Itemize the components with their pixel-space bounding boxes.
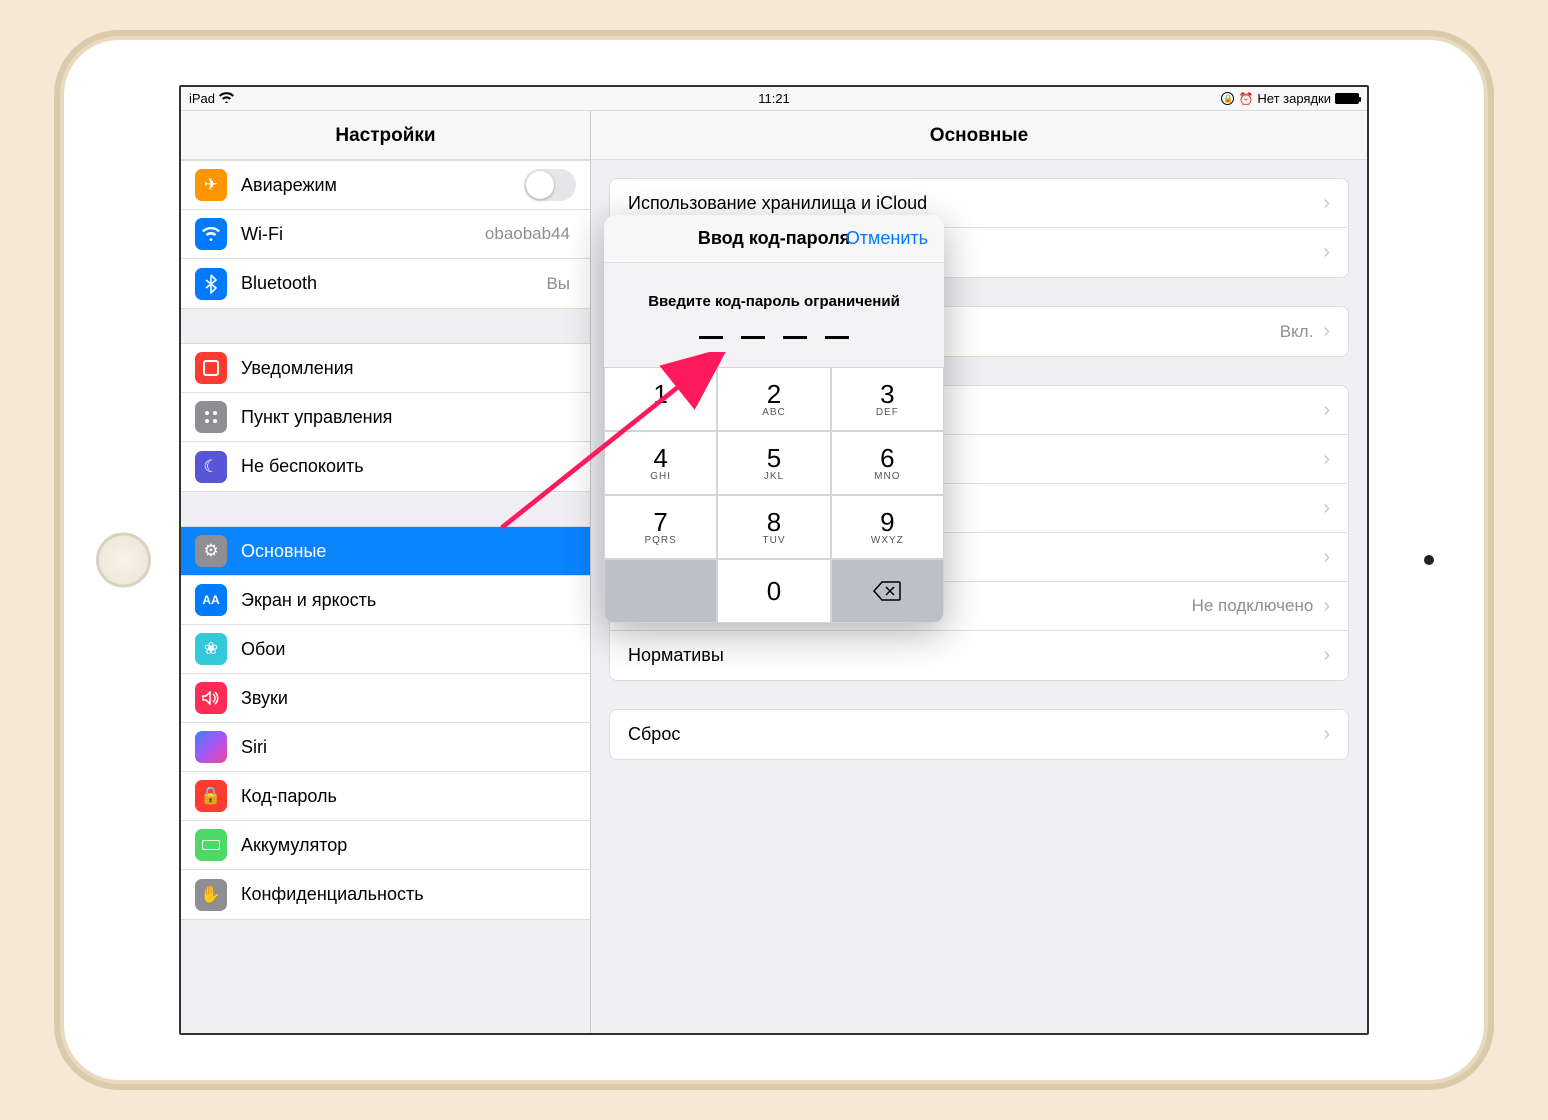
display-icon: AA: [195, 584, 227, 616]
pin-dash: [699, 336, 723, 339]
key-1[interactable]: 1: [605, 368, 716, 430]
key-6[interactable]: 6MNO: [832, 432, 943, 494]
key-backspace[interactable]: [832, 560, 943, 622]
camera: [1424, 555, 1434, 565]
pin-dash: [825, 336, 849, 339]
dnd-icon: ☾: [195, 451, 227, 483]
pin-dash: [741, 336, 765, 339]
key-blank: [605, 560, 716, 622]
sidebar-item-privacy[interactable]: ✋ Конфиденциальность: [181, 870, 590, 919]
keypad: 1 2ABC 3DEF 4GHI 5JKL 6MNO 7PQRS 8TUV 9W…: [604, 367, 944, 623]
bluetooth-icon: [195, 268, 227, 300]
chevron-right-icon: ›: [1323, 399, 1330, 422]
lock-rotation-icon: 🔒: [1221, 92, 1234, 105]
cancel-button[interactable]: Отменить: [846, 228, 928, 249]
backspace-icon: [873, 581, 901, 601]
settings-sidebar: Настройки ✈ Авиарежим Wi-Fi obaobab44: [181, 111, 591, 1033]
chevron-right-icon: ›: [1323, 241, 1330, 264]
sidebar-item-siri[interactable]: Siri: [181, 723, 590, 772]
key-3[interactable]: 3DEF: [832, 368, 943, 430]
row-reset[interactable]: Сброс›: [610, 710, 1348, 759]
sidebar-item-battery[interactable]: Аккумулятор: [181, 821, 590, 870]
row-normativy[interactable]: Нормативы›: [610, 631, 1348, 680]
chevron-right-icon: ›: [1323, 723, 1330, 746]
wifi-icon: [195, 218, 227, 250]
sidebar-item-display[interactable]: AA Экран и яркость: [181, 576, 590, 625]
gear-icon: ⚙: [195, 535, 227, 567]
key-7[interactable]: 7PQRS: [605, 496, 716, 558]
sidebar-item-general[interactable]: ⚙ Основные: [181, 527, 590, 576]
airplane-icon: ✈: [195, 169, 227, 201]
key-9[interactable]: 9WXYZ: [832, 496, 943, 558]
chevron-right-icon: ›: [1323, 192, 1330, 215]
screen: iPad 11:21 🔒 ⏰ Нет зарядки Настройки ✈: [179, 85, 1369, 1035]
sounds-icon: [195, 682, 227, 714]
sidebar-item-notifications[interactable]: Уведомления: [181, 344, 590, 393]
home-button[interactable]: [96, 533, 151, 588]
pin-dash: [783, 336, 807, 339]
privacy-icon: ✋: [195, 879, 227, 911]
sidebar-item-control-center[interactable]: Пункт управления: [181, 393, 590, 442]
key-4[interactable]: 4GHI: [605, 432, 716, 494]
chevron-right-icon: ›: [1323, 595, 1330, 618]
chevron-right-icon: ›: [1323, 644, 1330, 667]
chevron-right-icon: ›: [1323, 320, 1330, 343]
key-2[interactable]: 2ABC: [718, 368, 829, 430]
sidebar-item-passcode[interactable]: 🔒 Код-пароль: [181, 772, 590, 821]
passcode-icon: 🔒: [195, 780, 227, 812]
notifications-icon: [195, 352, 227, 384]
battery-icon: [1335, 93, 1359, 104]
sidebar-title: Настройки: [181, 111, 590, 160]
control-center-icon: [195, 401, 227, 433]
wifi-icon: [219, 91, 234, 106]
charge-label: Нет зарядки: [1257, 91, 1331, 106]
sidebar-item-sounds[interactable]: Звуки: [181, 674, 590, 723]
sidebar-item-airplane[interactable]: ✈ Авиарежим: [181, 161, 590, 210]
airplane-toggle[interactable]: [524, 169, 576, 201]
passcode-prompt: Введите код-пароль ограничений: [604, 293, 944, 310]
sidebar-item-bluetooth[interactable]: Bluetooth Вы: [181, 259, 590, 308]
status-time: 11:21: [758, 91, 790, 106]
passcode-modal: Ввод код-пароля Отменить Введите код-пар…: [604, 215, 944, 623]
ipad-frame: iPad 11:21 🔒 ⏰ Нет зарядки Настройки ✈: [64, 40, 1484, 1080]
wallpaper-icon: ❀: [195, 633, 227, 665]
chevron-right-icon: ›: [1323, 497, 1330, 520]
alarm-icon: ⏰: [1238, 92, 1253, 106]
passcode-field[interactable]: [604, 336, 944, 339]
device-label: iPad: [189, 91, 215, 106]
modal-title: Ввод код-пароля: [698, 228, 850, 249]
sidebar-item-wifi[interactable]: Wi-Fi obaobab44: [181, 210, 590, 259]
siri-icon: [195, 731, 227, 763]
chevron-right-icon: ›: [1323, 448, 1330, 471]
key-8[interactable]: 8TUV: [718, 496, 829, 558]
battery-icon: [195, 829, 227, 861]
sidebar-item-dnd[interactable]: ☾ Не беспокоить: [181, 442, 590, 491]
status-bar: iPad 11:21 🔒 ⏰ Нет зарядки: [181, 87, 1367, 111]
sidebar-item-wallpaper[interactable]: ❀ Обои: [181, 625, 590, 674]
key-5[interactable]: 5JKL: [718, 432, 829, 494]
content-title: Основные: [591, 111, 1367, 160]
key-0[interactable]: 0: [718, 560, 829, 622]
chevron-right-icon: ›: [1323, 546, 1330, 569]
